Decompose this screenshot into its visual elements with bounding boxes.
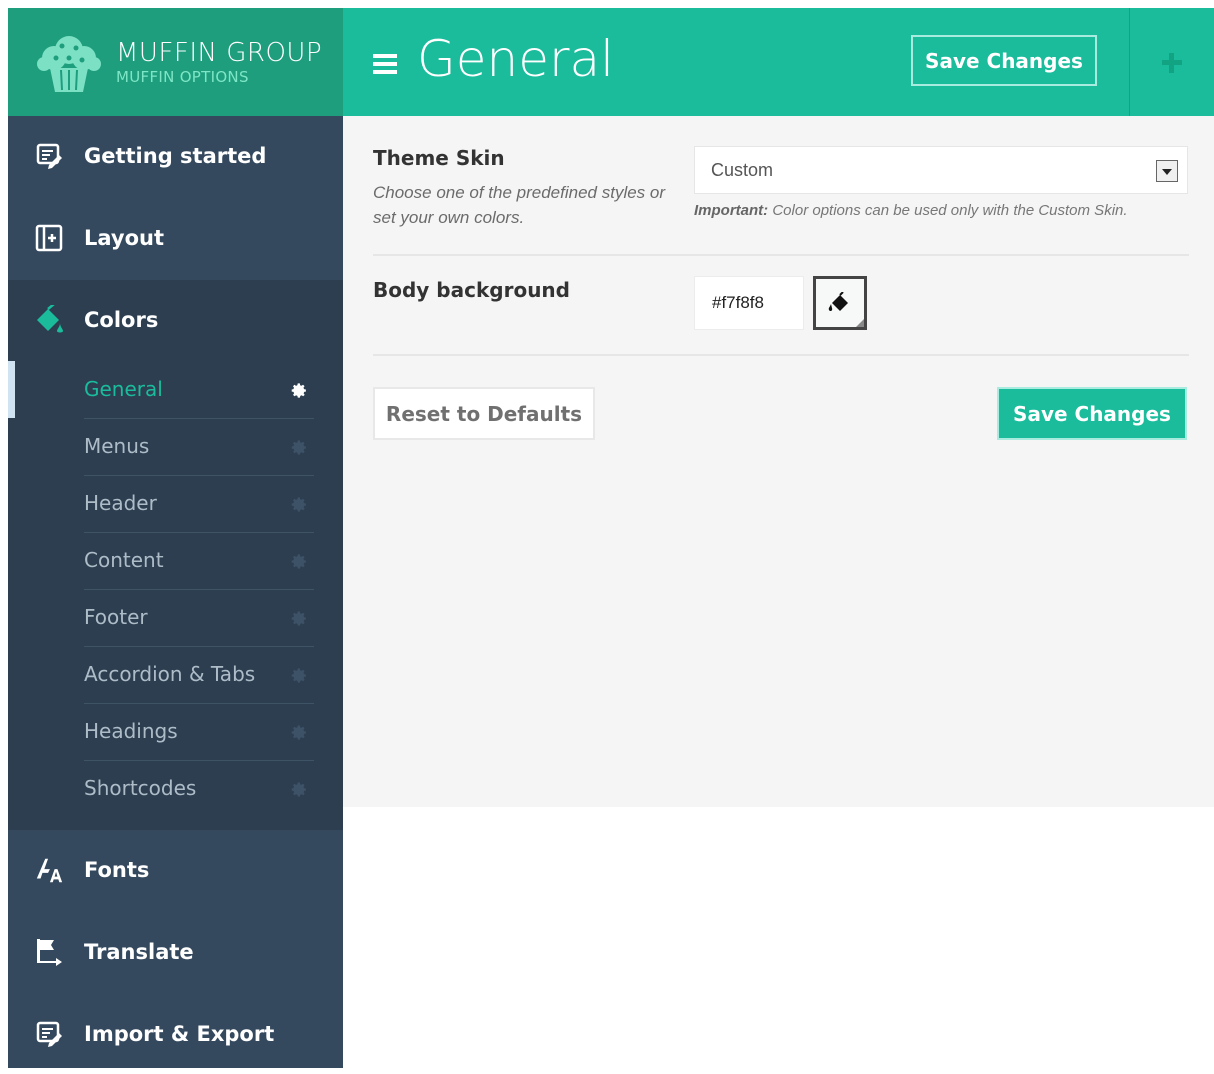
- gear-icon: [291, 782, 306, 797]
- sidebar-item-label: Layout: [84, 226, 165, 250]
- resize-corner: [856, 319, 864, 327]
- color-picker-button[interactable]: [813, 276, 867, 330]
- note-label: Important:: [694, 202, 769, 219]
- subnav-item-shortcodes[interactable]: Shortcodes: [84, 761, 314, 817]
- header-divider: [1129, 8, 1130, 116]
- option-title: Theme Skin: [373, 146, 505, 170]
- skin-note: Important: Color options can be used onl…: [694, 202, 1128, 219]
- subnav-item-label: Headings: [84, 719, 178, 743]
- select-value: Custom: [711, 160, 774, 180]
- sidebar-item-getting-started[interactable]: Getting started: [8, 116, 343, 196]
- option-body-background: Body background: [373, 254, 1189, 356]
- sidebar-item-translate[interactable]: Translate: [8, 912, 343, 992]
- subnav-item-label: Content: [84, 548, 164, 572]
- subnav-item-label: Accordion & Tabs: [84, 662, 256, 686]
- gear-icon: [291, 554, 306, 569]
- subnav-item-label: Footer: [84, 605, 148, 629]
- sidebar: MUFFIN GROUP MUFFIN OPTIONS Getting star…: [8, 8, 343, 1068]
- paint-bucket-icon: [34, 305, 64, 335]
- page-header: General Save Changes: [343, 8, 1214, 116]
- chevron-down-icon[interactable]: [1156, 160, 1178, 182]
- brand-header: MUFFIN GROUP MUFFIN OPTIONS: [8, 8, 343, 116]
- sidebar-item-label: Colors: [84, 308, 159, 332]
- reset-defaults-button[interactable]: Reset to Defaults: [373, 387, 595, 440]
- gear-icon: [291, 383, 306, 398]
- layout-plus-icon: [34, 223, 64, 253]
- option-theme-skin: Theme Skin Choose one of the predefined …: [373, 116, 1189, 256]
- option-description: Choose one of the predefined styles or s…: [373, 183, 666, 227]
- muffin-icon: [37, 36, 101, 92]
- sidebar-item-layout[interactable]: Layout: [8, 198, 343, 278]
- subnav-item-headings[interactable]: Headings: [84, 704, 314, 761]
- menu-icon[interactable]: [373, 54, 397, 74]
- gear-icon: [291, 497, 306, 512]
- subnav-item-label: Header: [84, 491, 157, 515]
- edit-document-icon: [34, 141, 64, 171]
- subnav-item-general[interactable]: General: [84, 362, 314, 419]
- sidebar-item-fonts[interactable]: Fonts: [8, 830, 343, 910]
- sidebar-item-label: Getting started: [84, 144, 267, 168]
- options-panel: Theme Skin Choose one of the predefined …: [343, 116, 1214, 807]
- note-text: Color options can be used only with the …: [772, 202, 1128, 219]
- brand-subtitle: MUFFIN OPTIONS: [116, 68, 249, 86]
- subnav-item-menus[interactable]: Menus: [84, 419, 314, 476]
- page-title: General: [417, 30, 615, 88]
- theme-skin-select[interactable]: Custom: [694, 146, 1188, 194]
- sidebar-item-import-export[interactable]: Import & Export: [8, 994, 343, 1074]
- sidebar-item-label: Fonts: [84, 858, 150, 882]
- gear-icon: [291, 725, 306, 740]
- subnav-item-label: Menus: [84, 434, 150, 458]
- subnav-item-footer[interactable]: Footer: [84, 590, 314, 647]
- plus-icon[interactable]: [1161, 52, 1183, 74]
- save-changes-button[interactable]: Save Changes: [997, 387, 1187, 440]
- subnav-item-label: Shortcodes: [84, 776, 197, 800]
- subnav-item-label: General: [84, 377, 163, 401]
- flag-icon: [34, 937, 64, 967]
- gear-icon: [291, 668, 306, 683]
- sidebar-item-label: Import & Export: [84, 1022, 275, 1046]
- edit-document-icon: [34, 1019, 64, 1049]
- color-value-field[interactable]: [694, 276, 804, 330]
- sidebar-item-label: Translate: [84, 940, 194, 964]
- colors-section: Colors General Menus Header Content Foot…: [8, 280, 343, 830]
- active-indicator: [8, 361, 15, 418]
- option-title: Body background: [373, 278, 570, 302]
- brand-title: MUFFIN GROUP: [116, 38, 323, 68]
- paint-bucket-icon: [828, 292, 848, 312]
- subnav-item-accordion-tabs[interactable]: Accordion & Tabs: [84, 647, 314, 704]
- subnav-item-header[interactable]: Header: [84, 476, 314, 533]
- font-icon: [34, 855, 64, 885]
- subnav-item-content[interactable]: Content: [84, 533, 314, 590]
- header-save-button[interactable]: Save Changes: [911, 35, 1097, 86]
- gear-icon: [291, 611, 306, 626]
- options-app: MUFFIN GROUP MUFFIN OPTIONS Getting star…: [8, 8, 1214, 1068]
- sidebar-item-colors[interactable]: Colors: [8, 280, 343, 360]
- gear-icon: [291, 440, 306, 455]
